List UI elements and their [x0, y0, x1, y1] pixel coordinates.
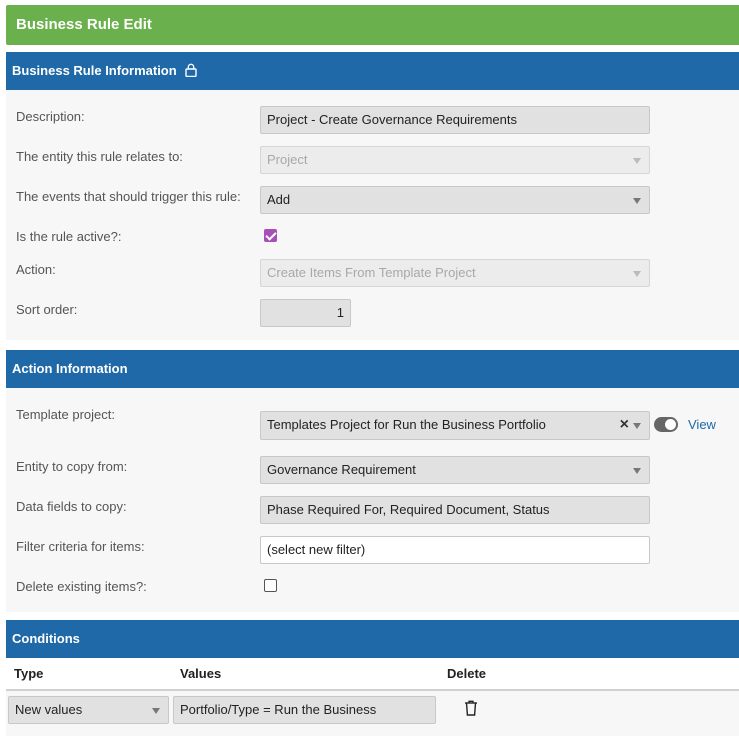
template-project-value: Templates Project for Run the Business P…: [267, 417, 546, 432]
condition-values-field[interactable]: Portfolio/Type = Run the Business: [173, 696, 436, 724]
entity-select-value: Project: [267, 152, 308, 167]
filter-criteria-label: Filter criteria for items:: [16, 539, 145, 554]
entity-copy-value: Governance Requirement: [267, 462, 416, 477]
section-header-action-info: Action Information: [6, 350, 739, 388]
condition-type-select[interactable]: New values: [8, 696, 169, 724]
section-header-rule-info: Business Rule Information: [6, 52, 739, 90]
column-header-values: Values: [180, 666, 222, 681]
events-label: The events that should trigger this rule…: [16, 189, 241, 204]
action-select: Create Items From Template Project: [260, 259, 650, 287]
delete-existing-checkbox[interactable]: [264, 579, 277, 592]
filter-criteria-input[interactable]: (select new filter): [260, 536, 650, 564]
view-toggle[interactable]: [654, 417, 678, 432]
column-header-type: Type: [14, 666, 44, 681]
chevron-down-icon: [633, 423, 641, 429]
delete-existing-label: Delete existing items?:: [16, 579, 147, 594]
events-select-value: Add: [267, 192, 291, 207]
section-title: Business Rule Information: [12, 63, 177, 78]
entity-copy-select[interactable]: Governance Requirement: [260, 456, 650, 484]
page-title: Business Rule Edit: [6, 5, 739, 45]
clear-icon[interactable]: ×: [620, 412, 629, 438]
column-header-delete: Delete: [447, 666, 487, 681]
chevron-down-icon: [633, 198, 641, 204]
entity-copy-label: Entity to copy from:: [16, 459, 128, 474]
description-field[interactable]: Project - Create Governance Requirements: [260, 106, 650, 134]
template-project-select[interactable]: Templates Project for Run the Business P…: [260, 411, 650, 440]
lock-icon[interactable]: [185, 63, 198, 78]
section-header-conditions: Conditions: [6, 620, 739, 658]
trash-icon[interactable]: [464, 700, 478, 716]
active-checkbox[interactable]: [264, 229, 277, 242]
chevron-down-icon: [152, 708, 160, 714]
section-title: Conditions: [12, 631, 80, 646]
action-label: Action:: [16, 262, 56, 277]
chevron-down-icon: [633, 271, 641, 277]
action-select-value: Create Items From Template Project: [267, 265, 476, 280]
active-label: Is the rule active?:: [16, 229, 122, 244]
data-fields-label: Data fields to copy:: [16, 499, 127, 514]
sort-order-field[interactable]: 1: [260, 299, 351, 327]
chevron-down-icon: [633, 158, 641, 164]
sort-order-label: Sort order:: [16, 302, 78, 317]
chevron-down-icon: [633, 468, 641, 474]
condition-type-value: New values: [15, 702, 83, 717]
view-link[interactable]: View: [688, 417, 716, 432]
events-select[interactable]: Add: [260, 186, 650, 214]
description-label: Description:: [16, 109, 85, 124]
entity-select: Project: [260, 146, 650, 174]
section-title: Action Information: [12, 361, 128, 376]
entity-label: The entity this rule relates to:: [16, 149, 183, 164]
template-project-label: Template project:: [16, 407, 115, 422]
data-fields-input[interactable]: Phase Required For, Required Document, S…: [260, 496, 650, 524]
